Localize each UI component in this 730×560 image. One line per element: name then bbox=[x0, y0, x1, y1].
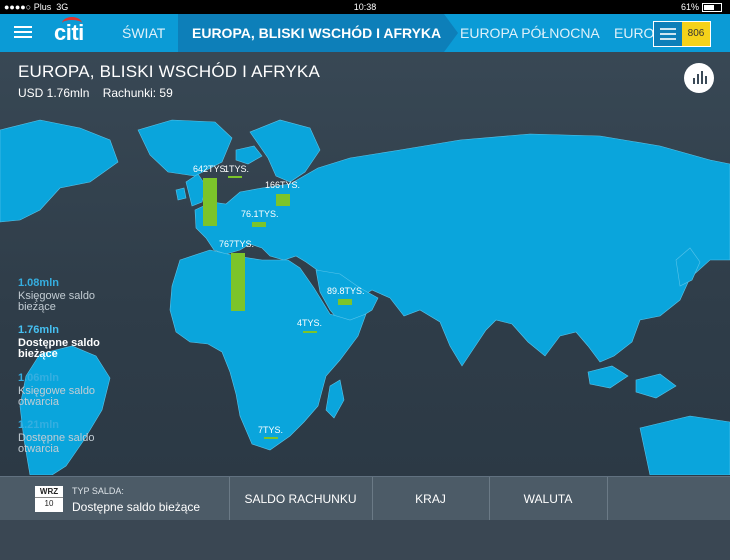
summary: USD 1.76mln Rachunki: 59 bbox=[18, 86, 183, 100]
bar-switzerland[interactable] bbox=[228, 176, 242, 178]
bar-south-africa[interactable] bbox=[264, 437, 278, 439]
bar-germany[interactable] bbox=[203, 178, 217, 226]
bottom-toolbar: WRZ 10 TYP SALDA: Dostępne saldo bieżące… bbox=[0, 476, 730, 521]
balance-type-label: TYP SALDA: bbox=[72, 486, 124, 496]
bar-label: 767TYS. bbox=[219, 239, 255, 249]
account-balance-button[interactable]: SALDO RACHUNKU bbox=[230, 477, 371, 521]
account-count: Rachunki: 59 bbox=[102, 86, 173, 100]
legend-item-booked-opening[interactable]: 1.06mln Księgowe saldo otwarcia bbox=[18, 373, 108, 408]
status-bar: ●●●●○ Plus 3G 10:38 61% bbox=[0, 0, 730, 14]
hamburger-menu-icon[interactable] bbox=[14, 24, 32, 40]
count-badge[interactable]: 806 bbox=[682, 22, 710, 46]
map-graphic bbox=[0, 119, 730, 476]
bar-label: 1TYS. bbox=[224, 164, 250, 174]
legend-item-available-opening[interactable]: 1.21mln Dostępne saldo otwarcia bbox=[18, 420, 108, 455]
country-button[interactable]: KRAJ bbox=[373, 477, 488, 521]
tab-europe-next[interactable]: EURO bbox=[614, 14, 654, 52]
list-icon[interactable] bbox=[660, 26, 676, 42]
tab-emea[interactable]: EUROPA, BLISKI WSCHÓD I AFRYKA bbox=[178, 14, 458, 52]
bar-label: 4TYS. bbox=[297, 318, 323, 328]
battery-percent: 61% bbox=[680, 2, 699, 12]
bar-label: 76.1TYS. bbox=[241, 209, 279, 219]
bar-label: 7TYS. bbox=[258, 425, 284, 435]
currency-button[interactable]: WALUTA bbox=[490, 477, 606, 521]
clock: 10:38 bbox=[353, 2, 377, 12]
world-map: 642TYS. 1TYS. 166TYS. 76.1TYS. 767TYS. 8… bbox=[0, 110, 730, 476]
bar-saudi-arabia[interactable] bbox=[338, 299, 352, 305]
top-nav: citi ŚWIAT EUROPA, BLISKI WSCHÓD I AFRYK… bbox=[0, 14, 730, 52]
date-badge[interactable]: WRZ 10 bbox=[35, 486, 63, 512]
bar-algeria[interactable] bbox=[231, 253, 245, 311]
bar-hungary[interactable] bbox=[252, 222, 266, 227]
bar-label: 89.8TYS. bbox=[327, 286, 365, 296]
legend-item-available-current[interactable]: 1.76mln Dostępne saldo bieżące bbox=[18, 325, 108, 360]
bar-label: 642TYS. bbox=[193, 164, 229, 174]
tab-world[interactable]: ŚWIAT bbox=[112, 14, 175, 52]
bar-label: 166TYS. bbox=[265, 180, 301, 190]
bar-poland[interactable] bbox=[276, 194, 290, 206]
bottom-spacer bbox=[0, 520, 730, 560]
chart-view-icon[interactable] bbox=[684, 63, 714, 93]
battery-icon bbox=[702, 3, 722, 13]
page-title: EUROPA, BLISKI WSCHÓD I AFRYKA bbox=[18, 62, 320, 81]
bar-kenya[interactable] bbox=[303, 331, 317, 333]
view-toggle[interactable]: 806 bbox=[653, 21, 711, 47]
total-amount: USD 1.76mln bbox=[18, 86, 90, 100]
balance-type-value[interactable]: Dostępne saldo bieżące bbox=[72, 500, 200, 514]
legend-item-booked-current[interactable]: 1.08mln Księgowe saldo bieżące bbox=[18, 278, 108, 313]
citi-logo: citi bbox=[54, 17, 84, 46]
tab-north-europe[interactable]: EUROPA PÓŁNOCNA bbox=[460, 14, 600, 52]
